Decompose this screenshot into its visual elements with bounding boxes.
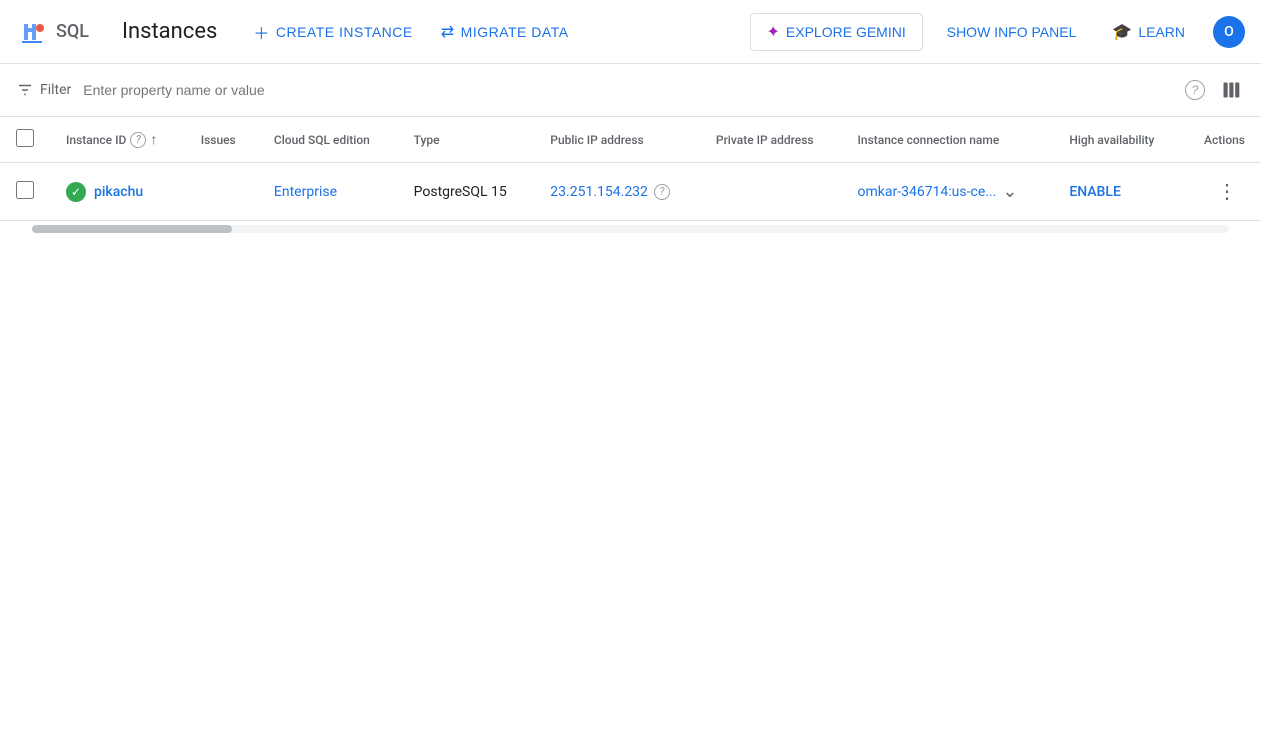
explore-gemini-label: EXPLORE GEMINI bbox=[786, 24, 906, 40]
help-icon: ? bbox=[1185, 80, 1205, 100]
gemini-icon: ✦ bbox=[767, 22, 780, 42]
learn-button[interactable]: 🎓 LEARN bbox=[1100, 14, 1197, 50]
table-header-row: Instance ID ? ↑ Issues Cloud SQL edition… bbox=[0, 117, 1261, 163]
public-ip-cell: 23.251.154.232 ? bbox=[534, 163, 700, 221]
issues-cell bbox=[185, 163, 258, 221]
instances-table: Instance ID ? ↑ Issues Cloud SQL edition… bbox=[0, 117, 1261, 221]
type-cell: PostgreSQL 15 bbox=[398, 163, 535, 221]
instance-name-link[interactable]: pikachu bbox=[94, 184, 143, 200]
cloud-sql-edition-cell: Enterprise bbox=[258, 163, 398, 221]
th-cloud-sql-edition: Cloud SQL edition bbox=[258, 117, 398, 163]
th-private-ip: Private IP address bbox=[700, 117, 842, 163]
th-public-ip: Public IP address bbox=[534, 117, 700, 163]
instance-id-cell: ✓ pikachu bbox=[50, 163, 185, 221]
th-connection-name: Instance connection name bbox=[842, 117, 1054, 163]
avatar[interactable]: O bbox=[1213, 16, 1245, 48]
app-logo: SQL bbox=[16, 16, 106, 48]
filter-input[interactable] bbox=[83, 78, 1169, 102]
create-instance-button[interactable]: ＋ CREATE INSTANCE bbox=[241, 12, 424, 52]
avatar-initials: O bbox=[1224, 24, 1234, 40]
filter-actions: ? bbox=[1181, 76, 1245, 104]
public-ip-help-icon[interactable]: ? bbox=[654, 184, 670, 200]
nav-actions: ＋ CREATE INSTANCE ⇄ MIGRATE DATA bbox=[241, 12, 580, 52]
horizontal-scrollbar[interactable] bbox=[32, 225, 1229, 233]
th-instance-id: Instance ID ? ↑ bbox=[50, 117, 185, 163]
actions-cell: ⋮ bbox=[1181, 163, 1261, 221]
th-high-availability: High availability bbox=[1053, 117, 1181, 163]
explore-gemini-button[interactable]: ✦ EXPLORE GEMINI bbox=[750, 13, 923, 51]
sql-logo-icon bbox=[16, 16, 48, 48]
migrate-data-label: MIGRATE DATA bbox=[461, 24, 569, 40]
plus-icon: ＋ bbox=[253, 20, 270, 44]
create-instance-label: CREATE INSTANCE bbox=[276, 24, 413, 40]
instance-status-icon: ✓ bbox=[66, 182, 86, 202]
graduation-icon: 🎓 bbox=[1112, 22, 1132, 42]
cloud-sql-edition-value: Enterprise bbox=[274, 184, 337, 200]
filter-text: Filter bbox=[40, 82, 71, 98]
select-all-header bbox=[0, 117, 50, 163]
help-button[interactable]: ? bbox=[1181, 76, 1209, 104]
page-title: Instances bbox=[122, 19, 217, 44]
high-availability-cell: ENABLE bbox=[1053, 163, 1181, 221]
column-toggle-button[interactable] bbox=[1217, 76, 1245, 104]
row-checkbox[interactable] bbox=[16, 181, 34, 199]
row-select-cell bbox=[0, 163, 50, 221]
filter-label: Filter bbox=[16, 81, 71, 99]
migrate-data-button[interactable]: ⇄ MIGRATE DATA bbox=[429, 14, 581, 50]
row-actions-button[interactable]: ⋮ bbox=[1209, 175, 1245, 208]
th-high-availability-label: High availability bbox=[1069, 133, 1154, 147]
type-value: PostgreSQL 15 bbox=[414, 184, 507, 200]
th-public-ip-label: Public IP address bbox=[550, 133, 643, 147]
instance-id-help-icon[interactable]: ? bbox=[130, 132, 146, 148]
migrate-icon: ⇄ bbox=[441, 22, 455, 42]
app-name: SQL bbox=[56, 21, 89, 42]
private-ip-cell bbox=[700, 163, 842, 221]
scrollbar-area bbox=[0, 221, 1261, 237]
th-issues-label: Issues bbox=[201, 133, 236, 147]
th-cloud-sql-edition-label: Cloud SQL edition bbox=[274, 133, 370, 147]
th-actions-label: Actions bbox=[1204, 133, 1245, 147]
th-type: Type bbox=[398, 117, 535, 163]
scrollbar-thumb bbox=[32, 225, 232, 233]
th-private-ip-label: Private IP address bbox=[716, 133, 814, 147]
instance-id-sort-icon[interactable]: ↑ bbox=[150, 131, 157, 148]
table-row: ✓ pikachu Enterprise PostgreSQL 15 23.25… bbox=[0, 163, 1261, 221]
high-availability-enable-link[interactable]: ENABLE bbox=[1069, 184, 1121, 200]
instances-table-body: ✓ pikachu Enterprise PostgreSQL 15 23.25… bbox=[0, 163, 1261, 221]
filter-icon bbox=[16, 81, 34, 99]
connection-name-expand-button[interactable]: ⌄ bbox=[1000, 179, 1019, 204]
th-instance-id-label: Instance ID bbox=[66, 133, 126, 147]
top-bar: SQL Instances ＋ CREATE INSTANCE ⇄ MIGRAT… bbox=[0, 0, 1261, 64]
learn-label: LEARN bbox=[1138, 24, 1185, 40]
instances-table-container: Instance ID ? ↑ Issues Cloud SQL edition… bbox=[0, 117, 1261, 221]
th-type-label: Type bbox=[414, 133, 440, 147]
show-info-panel-button[interactable]: SHOW INFO PANEL bbox=[939, 16, 1085, 48]
filter-bar: Filter ? bbox=[0, 64, 1261, 117]
public-ip-link[interactable]: 23.251.154.232 bbox=[550, 184, 648, 200]
connection-name-link[interactable]: omkar-346714:us-ce... bbox=[858, 184, 997, 200]
show-info-panel-label: SHOW INFO PANEL bbox=[947, 24, 1077, 40]
connection-name-cell: omkar-346714:us-ce... ⌄ bbox=[842, 163, 1054, 221]
select-all-checkbox[interactable] bbox=[16, 129, 34, 147]
th-actions: Actions bbox=[1181, 117, 1261, 163]
th-connection-name-label: Instance connection name bbox=[858, 133, 1000, 147]
columns-icon bbox=[1221, 80, 1241, 100]
th-issues: Issues bbox=[185, 117, 258, 163]
right-actions: ✦ EXPLORE GEMINI SHOW INFO PANEL 🎓 LEARN… bbox=[750, 13, 1245, 51]
